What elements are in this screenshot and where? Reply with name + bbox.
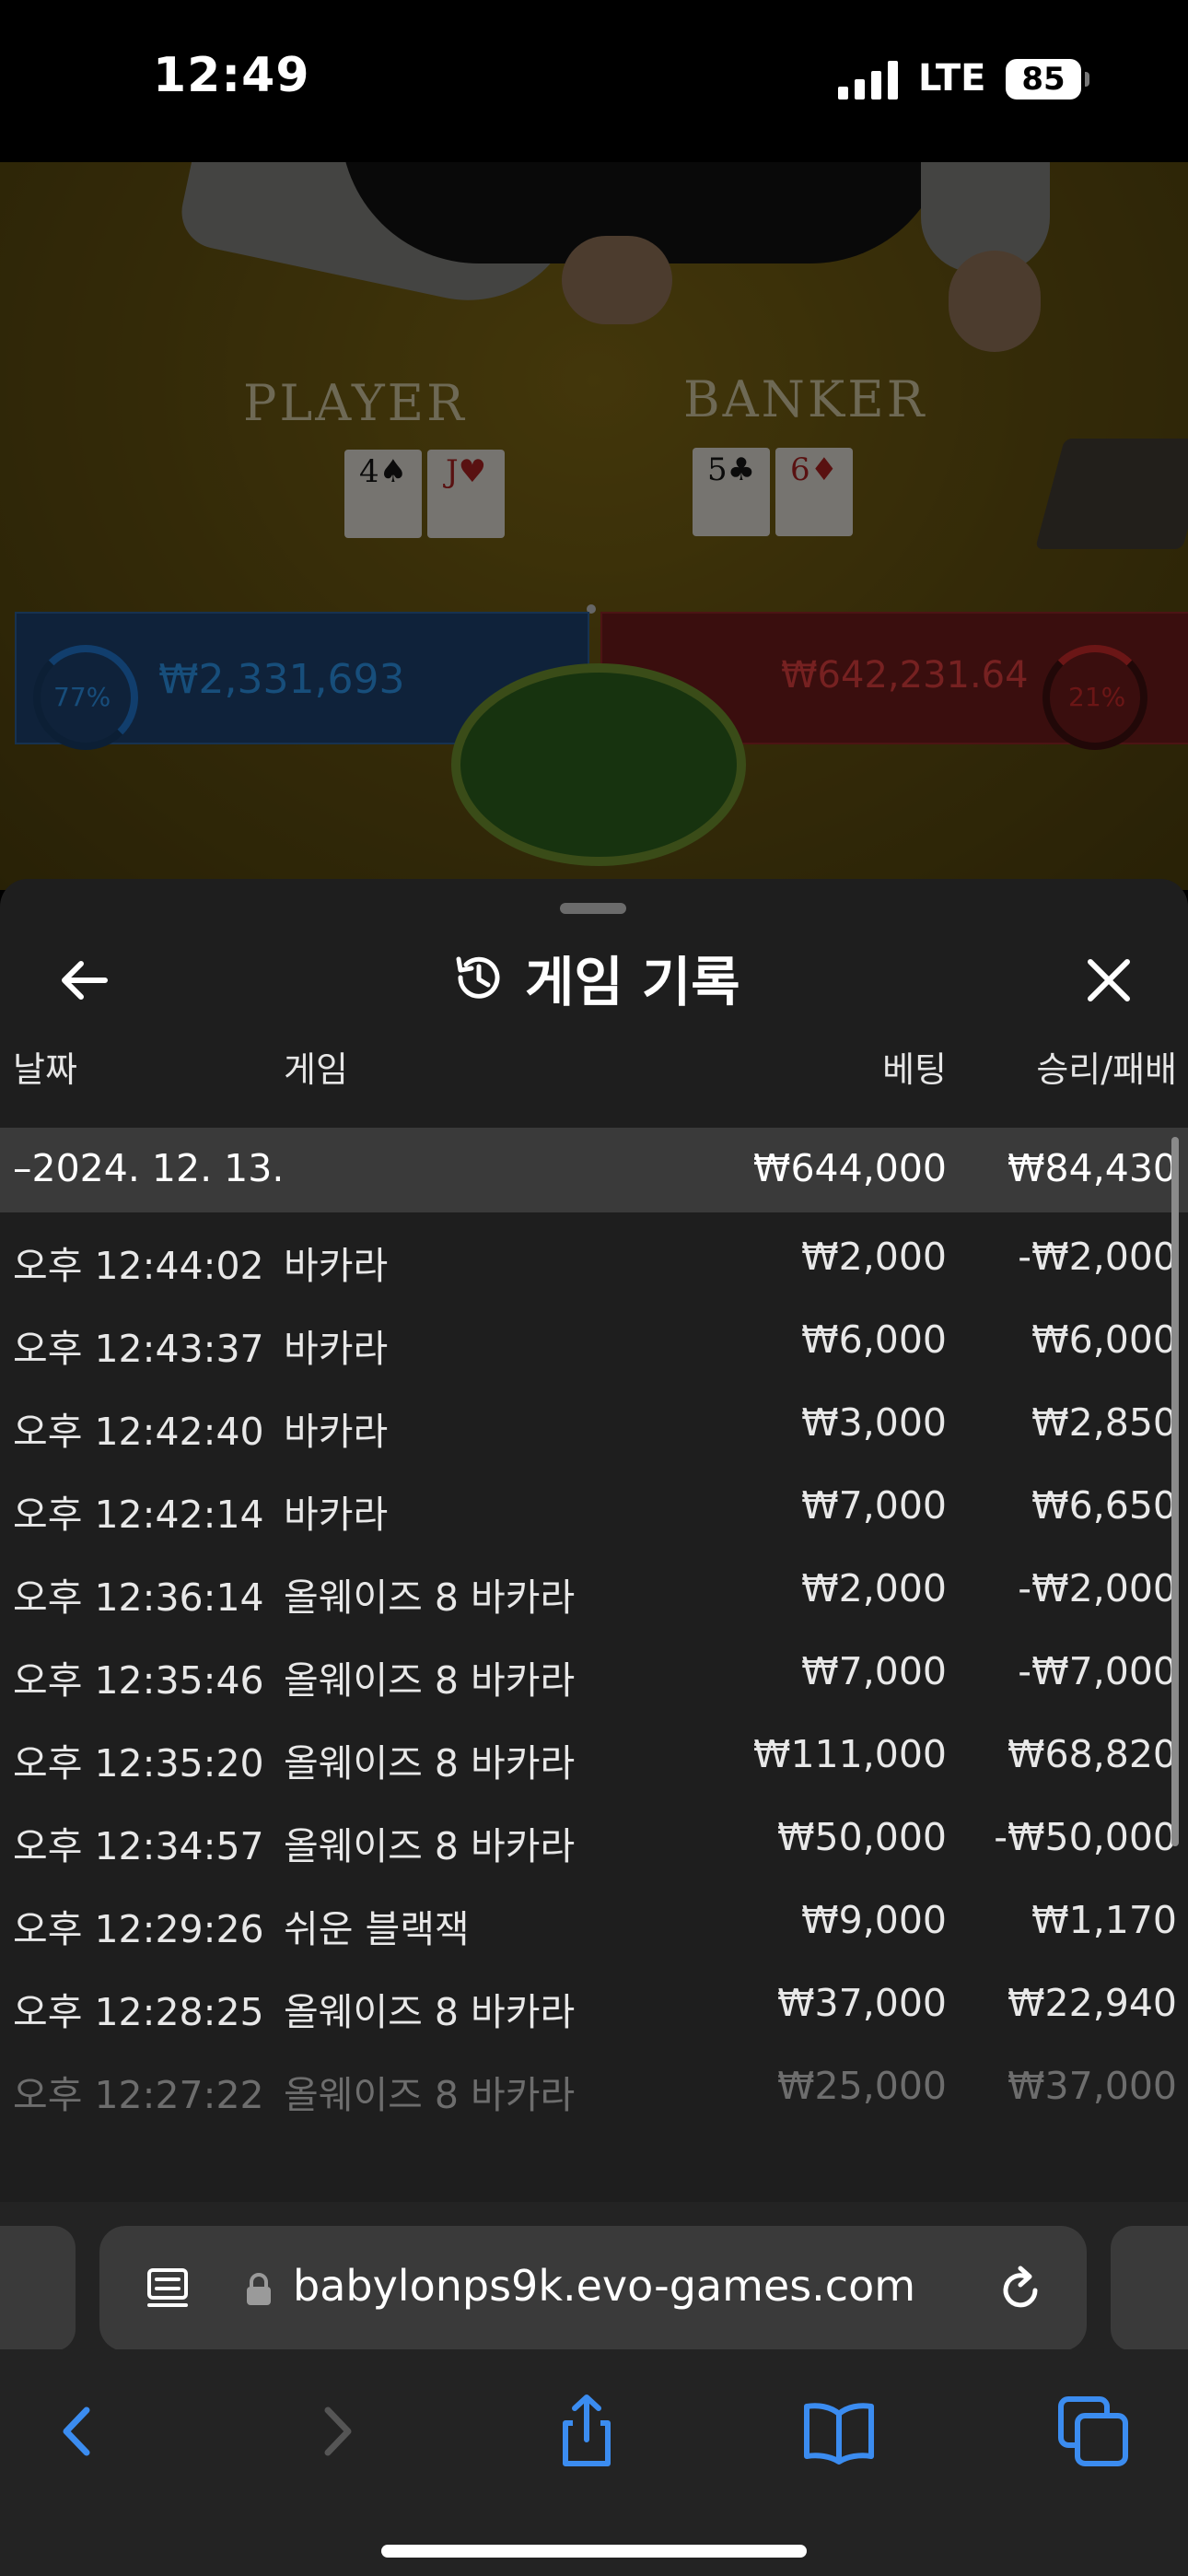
row-bet: ₩6,000 <box>801 1317 947 1362</box>
history-row[interactable]: 오후 12:34:57 올웨이즈 8 바카라 ₩50,000 -₩50,000 <box>0 1793 1188 1876</box>
row-win-loss: ₩1,170 <box>1031 1898 1177 1942</box>
row-game: 바카라 <box>284 1327 389 1371</box>
history-icon <box>456 956 500 999</box>
row-game: 올웨이즈 8 바카라 <box>284 1824 576 1868</box>
previous-tab-preview[interactable] <box>0 2226 76 2351</box>
history-row[interactable]: 오후 12:36:14 올웨이즈 8 바카라 ₩2,000 -₩2,000 <box>0 1544 1188 1627</box>
history-row[interactable]: 오후 12:43:37 바카라 ₩6,000 ₩6,000 <box>0 1295 1188 1378</box>
row-time: 오후 12:44:02 <box>13 1244 264 1288</box>
row-bet: ₩7,000 <box>801 1483 947 1528</box>
forward-icon[interactable] <box>295 2390 378 2473</box>
row-win-loss: ₩37,000 <box>1007 2064 1177 2108</box>
sheet-grabber[interactable] <box>560 903 626 914</box>
back-icon[interactable] <box>37 2390 120 2473</box>
url-text[interactable]: babylonps9k.evo-games.com <box>293 2261 915 2311</box>
row-bet: ₩9,000 <box>801 1898 947 1942</box>
row-win-loss: ₩2,850 <box>1031 1400 1177 1445</box>
history-row[interactable]: 오후 12:44:02 바카라 ₩2,000 -₩2,000 <box>0 1212 1188 1295</box>
row-win-loss: ₩6,000 <box>1031 1317 1177 1362</box>
tabs-icon[interactable] <box>1052 2390 1135 2473</box>
row-bet: ₩3,000 <box>801 1400 947 1445</box>
browser-toolbar <box>0 2349 1188 2576</box>
history-list: 오후 12:44:02 바카라 ₩2,000 -₩2,000 오후 12:43:37 바카… <box>0 1212 1188 2125</box>
row-time: 오후 12:42:14 <box>13 1493 264 1537</box>
column-header-bet[interactable]: 베팅 <box>882 1041 947 1092</box>
row-time: 오후 12:27:22 <box>13 2073 264 2117</box>
row-win-loss: -₩2,000 <box>1018 1235 1177 1279</box>
bookmarks-icon[interactable] <box>798 2390 880 2473</box>
day-summary-row[interactable]: –2024. 12. 13. ₩644,000 ₩84,430 <box>0 1128 1188 1212</box>
row-game: 올웨이즈 8 바카라 <box>284 2073 576 2117</box>
row-win-loss: -₩2,000 <box>1018 1566 1177 1610</box>
address-bar[interactable]: babylonps9k.evo-games.com <box>99 2226 1087 2351</box>
row-bet: ₩50,000 <box>777 1815 947 1859</box>
row-bet: ₩7,000 <box>801 1649 947 1693</box>
history-row[interactable]: 오후 12:42:40 바카라 ₩3,000 ₩2,850 <box>0 1378 1188 1461</box>
history-row[interactable]: 오후 12:35:46 올웨이즈 8 바카라 ₩7,000 -₩7,000 <box>0 1627 1188 1710</box>
history-row[interactable]: 오후 12:27:22 올웨이즈 8 바카라 ₩25,000 ₩37,000 <box>0 2042 1188 2125</box>
row-game: 바카라 <box>284 1244 389 1288</box>
row-bet: ₩2,000 <box>801 1235 947 1279</box>
history-row[interactable]: 오후 12:35:20 올웨이즈 8 바카라 ₩111,000 ₩68,820 <box>0 1710 1188 1793</box>
row-win-loss: -₩7,000 <box>1018 1649 1177 1693</box>
row-bet: ₩25,000 <box>777 2064 947 2108</box>
reload-icon[interactable] <box>993 2263 1048 2318</box>
day-bet-total: ₩644,000 <box>752 1146 947 1190</box>
row-game: 쉬운 블랙잭 <box>284 1907 470 1951</box>
row-time: 오후 12:43:37 <box>13 1327 264 1371</box>
row-bet: ₩37,000 <box>777 1981 947 2025</box>
history-row[interactable]: 오후 12:28:25 올웨이즈 8 바카라 ₩37,000 ₩22,940 <box>0 1959 1188 2042</box>
cellular-signal-icon <box>838 61 898 100</box>
row-win-loss: ₩22,940 <box>1007 1981 1177 2025</box>
game-history-sheet: 게임 기록 날짜 게임 베팅 승리/패배 –2024. 12. 13. ₩644… <box>0 879 1188 2202</box>
row-time: 오후 12:42:40 <box>13 1410 264 1454</box>
home-indicator <box>381 2545 807 2558</box>
row-game: 바카라 <box>284 1410 389 1454</box>
row-time: 오후 12:35:46 <box>13 1658 264 1703</box>
day-date: –2024. 12. 13. <box>13 1146 285 1190</box>
row-bet: ₩111,000 <box>752 1732 947 1776</box>
column-header-win-loss[interactable]: 승리/패배 <box>1036 1041 1177 1092</box>
modal-dim-overlay[interactable] <box>0 162 1188 890</box>
network-type: LTE <box>918 57 986 100</box>
sheet-header: 게임 기록 <box>449 936 740 1019</box>
back-arrow-icon[interactable] <box>48 943 122 1017</box>
reader-icon[interactable] <box>144 2265 192 2313</box>
row-time: 오후 12:36:14 <box>13 1575 264 1620</box>
row-bet: ₩2,000 <box>801 1566 947 1610</box>
history-row[interactable]: 오후 12:29:26 쉬운 블랙잭 ₩9,000 ₩1,170 <box>0 1876 1188 1959</box>
close-icon[interactable] <box>1072 943 1146 1017</box>
row-game: 올웨이즈 8 바카라 <box>284 1575 576 1620</box>
row-win-loss: -₩50,000 <box>994 1815 1177 1859</box>
row-game: 올웨이즈 8 바카라 <box>284 1990 576 2034</box>
row-time: 오후 12:28:25 <box>13 1990 264 2034</box>
next-tab-preview[interactable] <box>1111 2226 1188 2351</box>
row-time: 오후 12:34:57 <box>13 1824 264 1868</box>
battery-icon: 85 <box>1006 59 1089 100</box>
column-header-game[interactable]: 게임 <box>284 1041 348 1092</box>
sheet-title: 게임 기록 <box>525 951 740 1013</box>
status-time: 12:49 <box>153 48 310 103</box>
history-row[interactable]: 오후 12:42:14 바카라 ₩7,000 ₩6,650 <box>0 1461 1188 1544</box>
row-game: 올웨이즈 8 바카라 <box>284 1658 576 1703</box>
row-win-loss: ₩68,820 <box>1007 1732 1177 1776</box>
column-header-date[interactable]: 날짜 <box>13 1041 77 1092</box>
browser-address-area: babylonps9k.evo-games.com <box>0 2202 1188 2351</box>
lock-icon <box>247 2273 271 2305</box>
day-win-loss-total: ₩84,430 <box>1007 1146 1177 1190</box>
status-bar: 12:49 LTE 85 <box>0 0 1188 162</box>
share-icon[interactable] <box>545 2390 628 2473</box>
row-time: 오후 12:35:20 <box>13 1741 264 1786</box>
row-game: 바카라 <box>284 1493 389 1537</box>
scrollbar[interactable] <box>1171 1137 1179 1846</box>
row-game: 올웨이즈 8 바카라 <box>284 1741 576 1786</box>
row-time: 오후 12:29:26 <box>13 1907 264 1951</box>
row-win-loss: ₩6,650 <box>1031 1483 1177 1528</box>
